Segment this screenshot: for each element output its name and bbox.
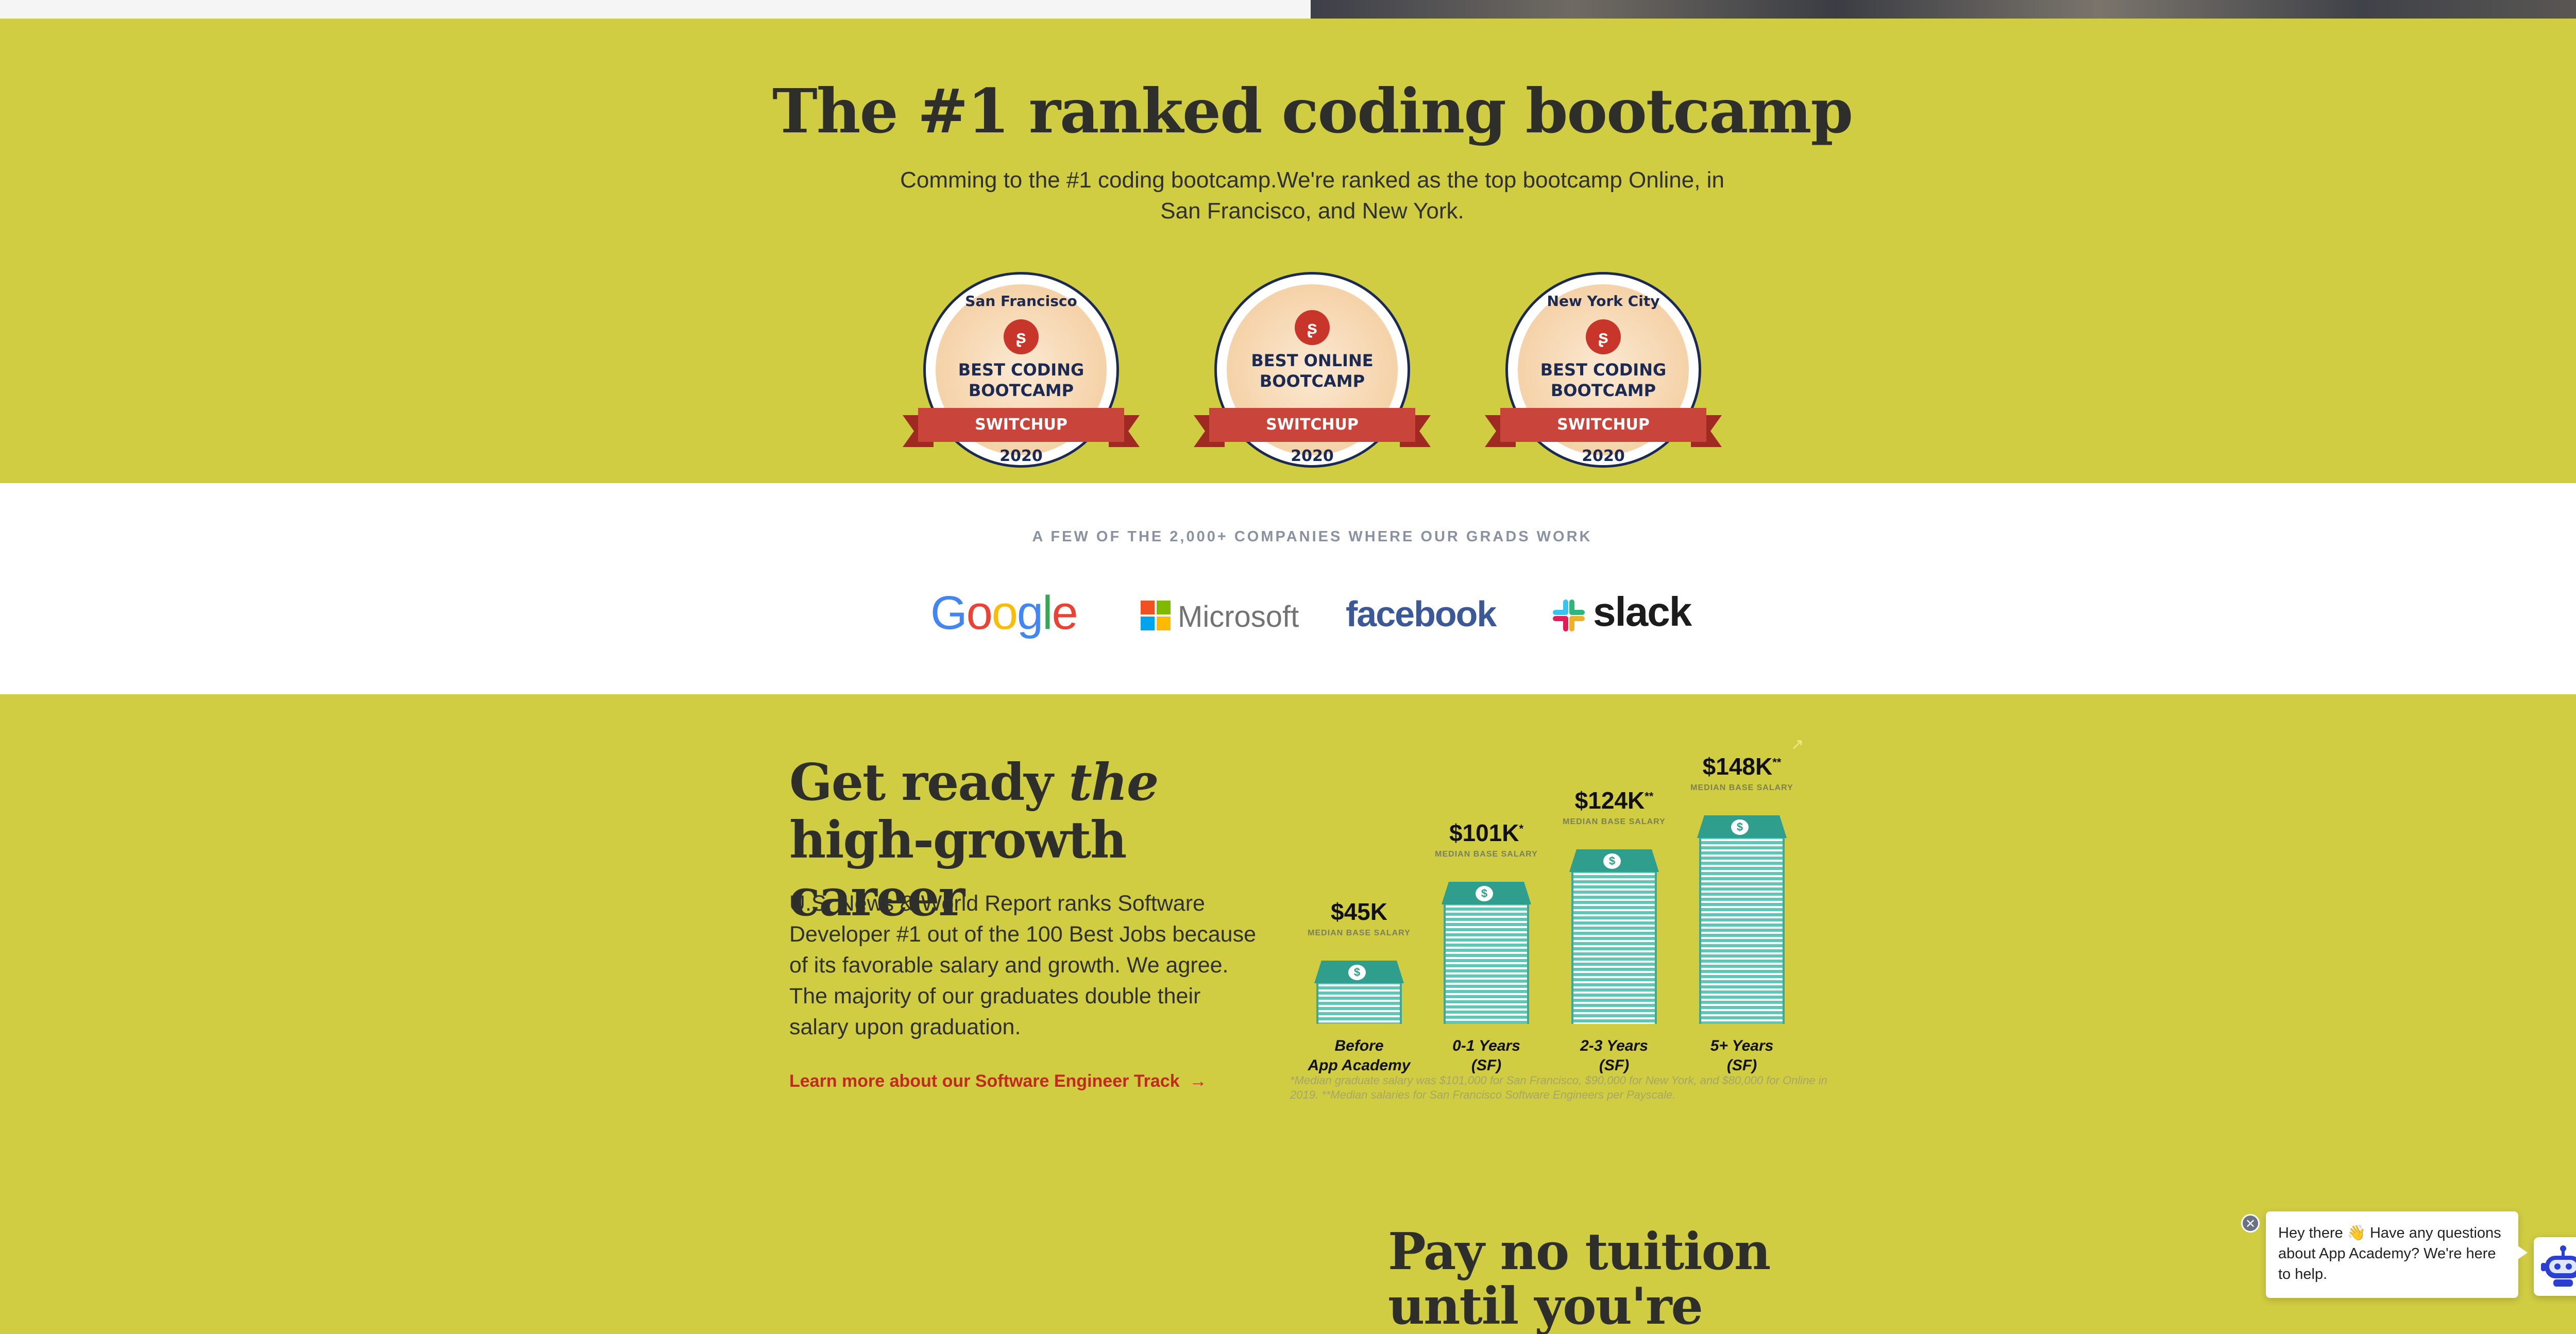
- chart-category-label: 5+ Years (SF): [1710, 1037, 1774, 1074]
- badge-title-line2: BOOTCAMP: [1550, 381, 1656, 400]
- robot-icon: [2541, 1245, 2576, 1287]
- chart-bar: $: [1314, 961, 1404, 1024]
- badge-online: ʂ BEST ONLINE BOOTCAMP SWITCHUP 2020: [1194, 272, 1431, 483]
- companies-label: A FEW OF THE 2,000+ COMPANIES WHERE OUR …: [1032, 528, 1592, 545]
- badge-title-line1: BEST CODING: [958, 360, 1084, 380]
- hero-bottom-strip: [0, 0, 2576, 19]
- switchup-logo-icon: ʂ: [1295, 310, 1330, 345]
- badge-ribbon-label: SWITCHUP: [1500, 408, 1706, 442]
- pay-title: Pay no tuition until you're hired: [1388, 1222, 1771, 1334]
- chart-value-label: $45K: [1331, 898, 1387, 925]
- chart-sublabel: MEDIAN BASE SALARY: [1690, 783, 1793, 792]
- badge-year: 2020: [999, 447, 1043, 465]
- badge-nyc: New York City ʂ BEST CODING BOOTCAMP SWI…: [1485, 272, 1722, 483]
- chart-category-label: 2-3 Years (SF): [1580, 1037, 1648, 1074]
- badge-ribbon-label: SWITCHUP: [1209, 408, 1415, 442]
- badge-year: 2020: [1582, 447, 1625, 465]
- growth-body: U.S. News & World Report ranks Software …: [789, 891, 1257, 1039]
- google-logo: Google: [930, 587, 1078, 639]
- dollar-coin-icon: $: [1603, 853, 1621, 869]
- badge-location: San Francisco: [965, 293, 1077, 310]
- chart-category-label: 0-1 Years (SF): [1452, 1037, 1520, 1074]
- badge-title-line2: BOOTCAMP: [968, 381, 1074, 400]
- hero-left-panel: [0, 0, 1311, 19]
- chart-footnote: *Median graduate salary was $101,000 for…: [1290, 1074, 1827, 1101]
- company-logos: Google Microsoft facebook slack: [930, 586, 1693, 643]
- companies-section: A FEW OF THE 2,000+ COMPANIES WHERE OUR …: [0, 483, 2576, 694]
- slack-hash-icon: [1553, 600, 1585, 631]
- chart-bar: $: [1442, 882, 1531, 1024]
- switchup-logo-icon: ʂ: [1586, 319, 1621, 354]
- microsoft-squares-icon: [1141, 601, 1171, 630]
- chart-bar: $: [1697, 815, 1787, 1024]
- badge-title-line1: BEST ONLINE: [1251, 351, 1374, 370]
- facebook-logo: facebook: [1346, 594, 1497, 634]
- slack-logo-text: slack: [1593, 589, 1692, 635]
- dollar-coin-icon: $: [1476, 886, 1493, 901]
- badge-title-line2: BOOTCAMP: [1259, 371, 1365, 391]
- growth-section: Get ready the high-growth career U.S. Ne…: [0, 694, 2576, 1334]
- hero-photo: [1311, 0, 2576, 19]
- microsoft-logo-text: Microsoft: [1178, 600, 1299, 634]
- badge-title-line1: BEST CODING: [1540, 360, 1667, 380]
- dollar-coin-icon: $: [1348, 965, 1366, 980]
- chart-bar: $: [1569, 849, 1659, 1024]
- badge-ribbon: SWITCHUP: [1485, 408, 1722, 447]
- dollar-coin-icon: $: [1731, 819, 1749, 835]
- learn-more-link[interactable]: Learn more about our Software Engineer T…: [789, 1071, 1207, 1091]
- badge-ribbon: SWITCHUP: [1194, 408, 1431, 447]
- badge-year: 2020: [1291, 447, 1334, 465]
- badge-ribbon: SWITCHUP: [903, 408, 1140, 447]
- badge-sf: San Francisco ʂ BEST CODING BOOTCAMP SWI…: [903, 272, 1140, 483]
- chat-close-button[interactable]: ✕: [2241, 1214, 2260, 1233]
- chat-message[interactable]: Hey there 👋 Have any questions about App…: [2266, 1211, 2528, 1298]
- trend-up-icon: ↗: [1791, 736, 1804, 753]
- chart-value-label: $148K**: [1702, 753, 1782, 780]
- chart-sublabel: MEDIAN BASE SALARY: [1435, 850, 1538, 859]
- chart-value-label: $124K**: [1574, 787, 1654, 814]
- ranked-title: The #1 ranked coding bootcamp: [772, 75, 1853, 147]
- ranked-subtitle: Comming to the #1 coding bootcamp.We're …: [900, 167, 1724, 224]
- switchup-logo-icon: ʂ: [1004, 319, 1039, 354]
- chart-category-label: Before App Academy: [1308, 1037, 1411, 1074]
- badge-location: New York City: [1547, 293, 1660, 310]
- chat-launcher-button[interactable]: [2534, 1237, 2576, 1296]
- chart-sublabel: MEDIAN BASE SALARY: [1308, 929, 1411, 937]
- badge-ribbon-label: SWITCHUP: [918, 408, 1124, 442]
- chart-value-label: $101K*: [1449, 819, 1524, 846]
- chart-sublabel: MEDIAN BASE SALARY: [1563, 817, 1666, 826]
- ranked-section: The #1 ranked coding bootcamp Comming to…: [0, 19, 2576, 483]
